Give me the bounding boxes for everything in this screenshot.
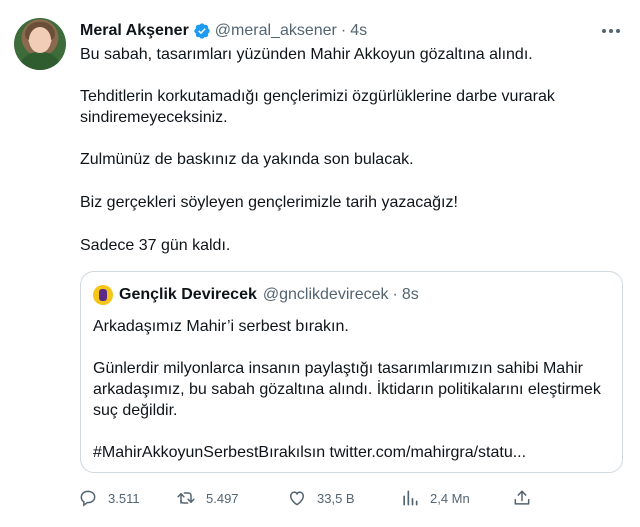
reply-icon [80,490,96,507]
quoted-text-line: Arkadaşımız Mahir’i serbest bırakın. [93,318,349,335]
more-options-icon[interactable] [600,22,622,40]
header-separator: · [340,22,347,39]
tweet-text-line: Bu sabah, tasarımları yüzünden Mahir Akk… [80,46,533,63]
verified-badge-icon [194,23,210,39]
tweet-text-line: Zulmünüz de baskınız da yakında son bula… [80,151,414,168]
retweet-count: 5.497 [206,490,239,506]
more-dot [609,29,613,33]
avatar-face-shape [29,27,51,53]
tweet-text-line: Tehditlerin korkutamadığı gençlerimizi ö… [80,88,555,126]
views-count: 2,4 Mn [430,490,470,506]
author-avatar[interactable] [14,18,66,70]
reply-button[interactable]: 3.511 [78,485,140,511]
author-handle[interactable]: @meral_aksener [215,22,337,40]
more-dot [616,29,620,33]
views-icon [403,490,418,506]
tweet-action-bar: 3.511 5.497 33,5 B 2,4 Mn [78,485,548,511]
heart-icon [289,491,305,506]
tweet-card[interactable]: Meral Akşener @meral_aksener · 4s Bu sab… [0,0,640,527]
quoted-tweet-header: Gençlik Devirecek @gnclikdevirecek · 8s [93,285,419,305]
views-button[interactable]: 2,4 Mn [400,485,470,511]
quoted-timestamp[interactable]: 8s [402,286,419,304]
like-button[interactable]: 33,5 B [287,485,355,511]
tweet-text-line: Biz gerçekleri söyleyen gençlerimizle ta… [80,194,458,211]
quoted-tweet[interactable]: Gençlik Devirecek @gnclikdevirecek · 8s … [80,271,623,473]
quoted-text-line: Günlerdir milyonlarca insanın paylaştığı… [93,360,601,419]
tweet-header: Meral Akşener @meral_aksener · 4s [80,20,367,42]
like-count: 33,5 B [317,490,355,506]
retweet-button[interactable]: 5.497 [176,485,239,511]
quoted-header-separator: · [392,286,398,303]
quoted-author-name[interactable]: Gençlik Devirecek [119,286,257,304]
avatar-body-shape [18,52,62,70]
tweet-timestamp[interactable]: 4s [350,22,367,40]
more-dot [602,29,606,33]
reply-count: 3.511 [108,490,140,506]
author-name[interactable]: Meral Akşener [80,22,189,40]
quoted-text-line[interactable]: #MahirAkkoyunSerbestBırakılsın twitter.c… [93,442,613,463]
share-icon [514,490,530,505]
share-button[interactable] [512,485,532,511]
quoted-author-avatar[interactable] [93,285,113,305]
retweet-icon [177,492,195,504]
tweet-text-line: Sadece 37 gün kaldı. [80,237,231,254]
quoted-author-handle[interactable]: @gnclikdevirecek [263,286,389,304]
